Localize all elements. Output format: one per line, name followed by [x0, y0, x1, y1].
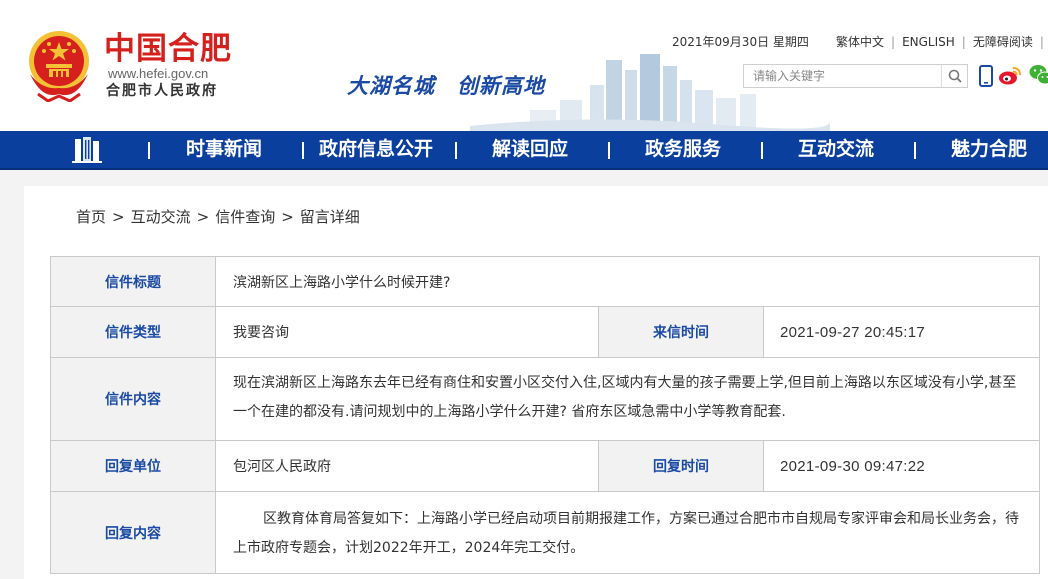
nav-item-interpretation[interactable]: 解读回应	[492, 131, 568, 168]
nav-item-news[interactable]: 时事新闻	[186, 131, 262, 168]
logo-title[interactable]: 中国合肥	[104, 31, 232, 67]
letter-content-label: 信件内容	[51, 358, 216, 440]
slogan: 大湖名城 创新高地	[347, 71, 545, 101]
breadcrumb: 首页 > 互动交流 > 信件查询 > 留言详细	[76, 206, 360, 228]
nav-item-interaction[interactable]: 互动交流	[798, 131, 874, 168]
breadcrumb-separator: >	[196, 208, 210, 226]
nav-item-services[interactable]: 政务服务	[645, 131, 721, 168]
row-type: 信件类型 我要咨询 来信时间 2021-09-27 20:45:17	[51, 307, 1040, 358]
breadcrumb-separator: >	[281, 208, 294, 226]
content-panel: 首页 > 互动交流 > 信件查询 > 留言详细 信件标题 滨湖新区上海路小学什么时候开建? …	[24, 186, 1048, 579]
slogan-part-a: 大湖名城	[347, 73, 435, 98]
letter-type-label: 信件类型	[51, 307, 216, 357]
link-divider: |	[961, 35, 966, 49]
reply-time-label: 回复时间	[599, 441, 764, 491]
letter-time: 2021-09-27 20:45:17	[764, 307, 1040, 357]
letter-time-label: 来信时间	[599, 307, 764, 357]
row-title: 信件标题 滨湖新区上海路小学什么时候开建?	[51, 257, 1040, 307]
link-divider: |	[891, 35, 896, 49]
reply-time: 2021-09-30 09:47:22	[764, 441, 1040, 491]
mobile-icon[interactable]	[979, 65, 993, 87]
link-accessibility[interactable]: 无障碍阅读	[973, 35, 1033, 49]
search-box	[743, 64, 968, 88]
main-nav: 时事新闻 政府信息公开 解读回应 政务服务 互动交流 魅力合肥	[0, 131, 1048, 170]
nav-item-gov-info[interactable]: 政府信息公开	[319, 131, 433, 168]
emblem-icon	[29, 31, 89, 102]
breadcrumb-letter-query[interactable]: 信件查询	[215, 208, 275, 226]
letter-detail-table: 信件标题 滨湖新区上海路小学什么时候开建? 信件类型 我要咨询 来信时间 202…	[50, 256, 1040, 574]
breadcrumb-interaction[interactable]: 互动交流	[131, 208, 191, 226]
home-icon[interactable]	[72, 137, 102, 163]
nav-divider	[302, 142, 304, 159]
nav-divider	[761, 142, 763, 159]
nav-divider	[455, 142, 457, 159]
site-header: 中国合肥 www.hefei.gov.cn 合肥市人民政府 大湖名城 创新高地 2…	[0, 0, 1048, 131]
top-links: 繁体中文|ENGLISH|无障碍阅读|登	[836, 34, 1048, 50]
slogan-part-b: 创新高地	[457, 73, 545, 98]
reply-unit-label: 回复单位	[51, 441, 216, 491]
logo-subtitle: 合肥市人民政府	[106, 83, 218, 99]
nav-item-charm-hefei[interactable]: 魅力合肥	[951, 131, 1027, 168]
letter-content: 现在滨湖新区上海路东去年已经有商住和安置小区交付入住,区域内有大量的孩子需要上学…	[216, 358, 1040, 440]
nav-divider	[608, 142, 610, 159]
search-button[interactable]	[941, 65, 967, 87]
breadcrumb-home[interactable]: 首页	[76, 208, 106, 226]
breadcrumb-current: 留言详细	[299, 208, 360, 226]
link-traditional-chinese[interactable]: 繁体中文	[836, 35, 884, 49]
row-reply-unit: 回复单位 包河区人民政府 回复时间 2021-09-30 09:47:22	[51, 441, 1040, 492]
row-content: 信件内容 现在滨湖新区上海路东去年已经有商住和安置小区交付入住,区域内有大量的孩…	[51, 358, 1040, 441]
search-icon	[948, 69, 962, 83]
breadcrumb-separator: >	[112, 208, 125, 226]
reply-content: 区教育体育局答复如下：上海路小学已经启动项目前期报建工作，方案已通过合肥市市自规…	[216, 492, 1040, 573]
link-english[interactable]: ENGLISH	[902, 35, 955, 49]
search-input[interactable]	[744, 65, 940, 87]
reply-content-label: 回复内容	[51, 492, 216, 573]
letter-type: 我要咨询	[216, 307, 599, 357]
wechat-icon[interactable]	[1029, 64, 1048, 86]
current-date: 2021年09月30日 星期四	[672, 35, 809, 49]
nav-divider	[914, 142, 916, 159]
letter-title: 滨湖新区上海路小学什么时候开建?	[216, 257, 1040, 306]
link-divider: |	[1039, 35, 1044, 49]
nav-divider	[148, 142, 150, 159]
letter-title-label: 信件标题	[51, 257, 216, 306]
logo-url: www.hefei.gov.cn	[108, 66, 209, 81]
weibo-icon[interactable]	[998, 66, 1022, 86]
row-reply: 回复内容 区教育体育局答复如下：上海路小学已经启动项目前期报建工作，方案已通过合…	[51, 492, 1040, 574]
reply-unit: 包河区人民政府	[216, 441, 599, 491]
